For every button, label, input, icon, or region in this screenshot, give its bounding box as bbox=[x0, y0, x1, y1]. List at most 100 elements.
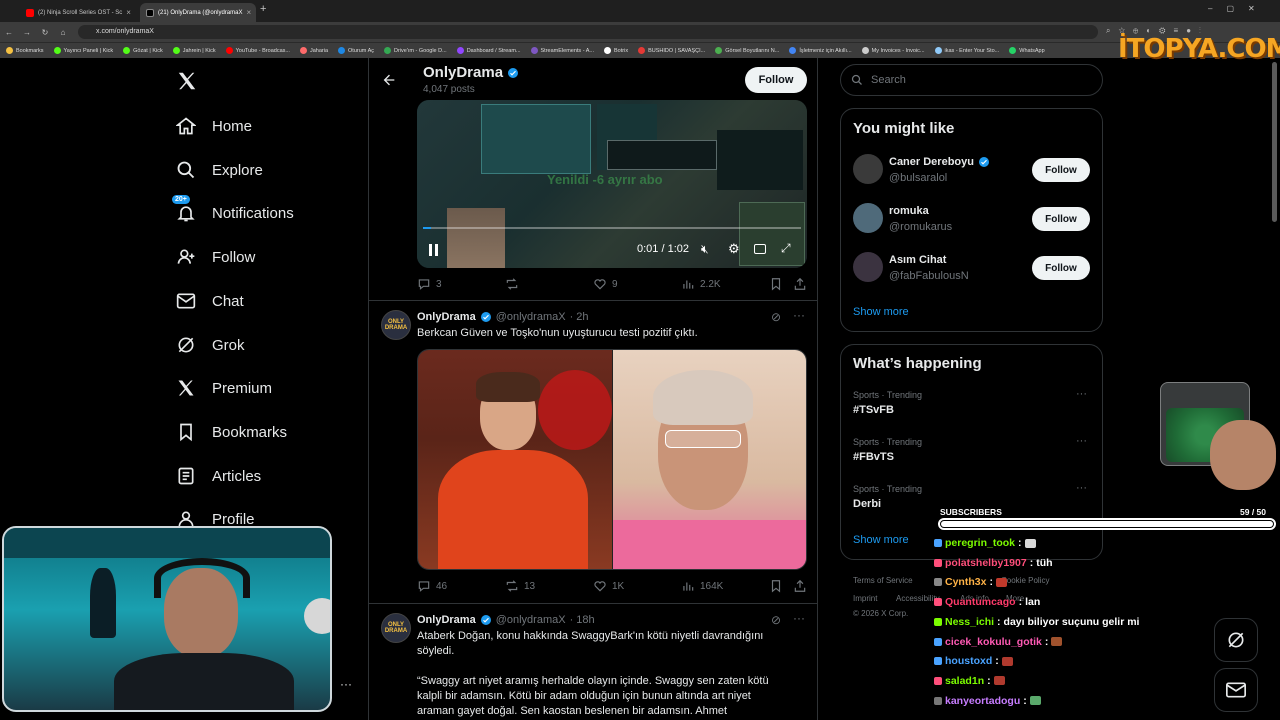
avatar[interactable] bbox=[853, 252, 883, 282]
suggestion-name[interactable]: romuka bbox=[889, 205, 929, 217]
bookmark-button[interactable] bbox=[769, 277, 783, 291]
reload-icon[interactable]: ↻ bbox=[36, 28, 54, 37]
bookmark-item[interactable]: Drive'ım - Google D... bbox=[384, 47, 447, 54]
avatar[interactable]: ONLY DRAMA bbox=[381, 613, 411, 643]
suggestion-name[interactable]: Asım Cihat bbox=[889, 254, 946, 266]
bookmark-item[interactable]: YouTube - Broadcas... bbox=[225, 47, 290, 54]
browser-tab-active[interactable]: (21) OnlyDrama (@onlydramaX × bbox=[140, 3, 256, 22]
follow-button[interactable]: Follow bbox=[1032, 207, 1090, 231]
nav-item-articles[interactable]: Articles bbox=[176, 466, 261, 486]
timeline-column: OnlyDrama 4,047 posts Follow Yenildi -6 … bbox=[368, 58, 818, 720]
video-progress-track[interactable] bbox=[423, 227, 801, 229]
browser-tab[interactable]: (2) Ninja Scroll Series OST - Sc × bbox=[20, 3, 136, 22]
bookmark-item[interactable]: Gözat | Kick bbox=[123, 47, 163, 54]
footer-link[interactable]: Imprint bbox=[853, 594, 877, 603]
bookmark-item[interactable]: Jaharia bbox=[299, 47, 328, 54]
bookmark-item[interactable]: Oturum Aç bbox=[338, 47, 374, 54]
messages-floating-button[interactable] bbox=[1214, 668, 1258, 712]
bookmark-item[interactable]: İşletmeniz için Akıllı... bbox=[789, 47, 852, 54]
repost-button[interactable]: 13 bbox=[505, 579, 535, 593]
like-button[interactable]: 9 bbox=[593, 277, 618, 291]
forward-icon[interactable]: → bbox=[18, 28, 36, 37]
back-button[interactable] bbox=[381, 72, 397, 93]
picture-in-picture-icon[interactable] bbox=[754, 244, 766, 254]
nav-item-explore[interactable]: Explore bbox=[176, 160, 263, 180]
bookmark-icon bbox=[771, 278, 781, 291]
bookmark-item[interactable]: BUSHIDO | SAVAŞÇI... bbox=[638, 47, 705, 54]
url-bar[interactable]: x.com/onlydramaX bbox=[78, 25, 1098, 39]
avatar[interactable] bbox=[853, 154, 883, 184]
bookmark-item[interactable]: WhatsApp bbox=[1009, 47, 1045, 54]
x-logo[interactable] bbox=[176, 70, 198, 97]
bookmark-button[interactable] bbox=[769, 579, 783, 593]
nav-item-grok[interactable]: Grok bbox=[176, 335, 245, 355]
bookmark-item[interactable]: Botrix bbox=[604, 47, 628, 54]
more-icon[interactable]: ··· bbox=[1076, 482, 1087, 494]
suggestion-name[interactable]: Caner Dereboyu bbox=[889, 156, 990, 168]
whats-happening-show-more[interactable]: Show more bbox=[853, 534, 909, 546]
tweet-image[interactable] bbox=[417, 349, 807, 570]
bookmark-item[interactable]: Jahrein | Kick bbox=[172, 47, 216, 54]
tweet-author[interactable]: OnlyDrama @onlydramaX · 2h bbox=[417, 311, 589, 323]
window-controls[interactable]: –▢✕ bbox=[1208, 4, 1269, 13]
nav-item-follow[interactable]: Follow bbox=[176, 247, 255, 267]
grok-icon[interactable]: ⊘ bbox=[771, 613, 781, 627]
follow-button[interactable]: Follow bbox=[1032, 256, 1090, 280]
nav-item-premium[interactable]: Premium bbox=[176, 378, 272, 398]
tweet-video[interactable]: Yenildi -6 ayrır abo 0:01 / 1:02 🔇︎ ⚙ ⤢ bbox=[417, 100, 807, 268]
home-browser-icon[interactable]: ⌂ bbox=[54, 28, 72, 37]
nav-item-home[interactable]: Home bbox=[176, 116, 252, 136]
reply-button[interactable]: 46 bbox=[417, 579, 447, 593]
share-button[interactable] bbox=[793, 579, 807, 593]
tweet-author[interactable]: OnlyDrama @onlydramaX · 18h bbox=[417, 614, 595, 626]
more-icon[interactable]: ··· bbox=[793, 308, 805, 322]
bookmark-item[interactable]: ikas - Enter Your Sto... bbox=[934, 47, 999, 54]
more-icon[interactable]: ··· bbox=[1076, 388, 1087, 400]
bookmark-label: Görsel Boyutlarını N... bbox=[725, 47, 780, 54]
avatar[interactable] bbox=[853, 203, 883, 233]
reply-button[interactable]: 3 bbox=[417, 277, 442, 291]
bookmark-item[interactable]: Dashboard / Stream... bbox=[456, 47, 521, 54]
bookmark-item[interactable]: StreamElements - A... bbox=[530, 47, 594, 54]
grok-icon[interactable]: ⊘ bbox=[771, 310, 781, 324]
repost-button[interactable] bbox=[505, 277, 524, 291]
nav-item-chat[interactable]: Chat bbox=[176, 291, 244, 311]
grok-floating-button[interactable] bbox=[1214, 618, 1258, 662]
search-box[interactable]: Search bbox=[840, 64, 1103, 96]
like-button[interactable]: 1K bbox=[593, 579, 624, 593]
bookmark-item[interactable]: Yayıncı Paneli | Kick bbox=[53, 47, 113, 54]
nav-item-bookmarks[interactable]: Bookmarks bbox=[176, 422, 287, 442]
close-tab-icon[interactable]: × bbox=[126, 8, 131, 17]
close-tab-icon[interactable]: × bbox=[246, 8, 251, 17]
footer-link[interactable]: Cookie Policy bbox=[1001, 576, 1049, 585]
views-button[interactable]: 2.2K bbox=[681, 277, 721, 291]
photo-right bbox=[613, 350, 806, 569]
more-icon[interactable]: ··· bbox=[793, 611, 805, 625]
more-icon[interactable]: ··· bbox=[340, 677, 352, 691]
chat-username: polatshelby1907 bbox=[945, 556, 1027, 569]
more-icon[interactable]: ··· bbox=[1076, 435, 1087, 447]
suggestion-name-text: Caner Dereboyu bbox=[889, 156, 974, 168]
footer-link[interactable]: Terms of Service bbox=[853, 576, 913, 585]
views-button[interactable]: 164K bbox=[681, 579, 723, 593]
nav-item-notifications[interactable]: 20+ Notifications bbox=[172, 195, 294, 223]
bookmark-item[interactable]: Bookmarks bbox=[6, 47, 44, 54]
you-might-like-show-more[interactable]: Show more bbox=[853, 306, 909, 318]
pause-icon[interactable] bbox=[429, 244, 439, 256]
avatar[interactable]: ONLY DRAMA bbox=[381, 310, 411, 340]
bookmark-item[interactable]: Görsel Boyutlarını N... bbox=[715, 47, 779, 54]
bookmark-item[interactable]: My Invoices - Invoic... bbox=[861, 47, 925, 54]
chat-separator: : bbox=[1018, 596, 1023, 609]
new-tab-button[interactable]: + bbox=[260, 3, 266, 15]
share-button[interactable] bbox=[793, 277, 807, 291]
bookmark-icon bbox=[771, 580, 781, 593]
back-icon[interactable]: ← bbox=[0, 28, 18, 37]
chat-emote-icon bbox=[1029, 696, 1041, 706]
mute-icon[interactable]: 🔇︎ bbox=[701, 242, 709, 257]
fullscreen-icon[interactable]: ⤢ bbox=[781, 241, 791, 256]
settings-icon[interactable]: ⚙ bbox=[728, 241, 740, 257]
page-scrollbar[interactable] bbox=[1272, 62, 1277, 222]
follow-button[interactable]: Follow bbox=[1032, 158, 1090, 182]
profile-follow-button[interactable]: Follow bbox=[745, 67, 807, 93]
chat-message: salad1n: bbox=[934, 675, 1005, 687]
